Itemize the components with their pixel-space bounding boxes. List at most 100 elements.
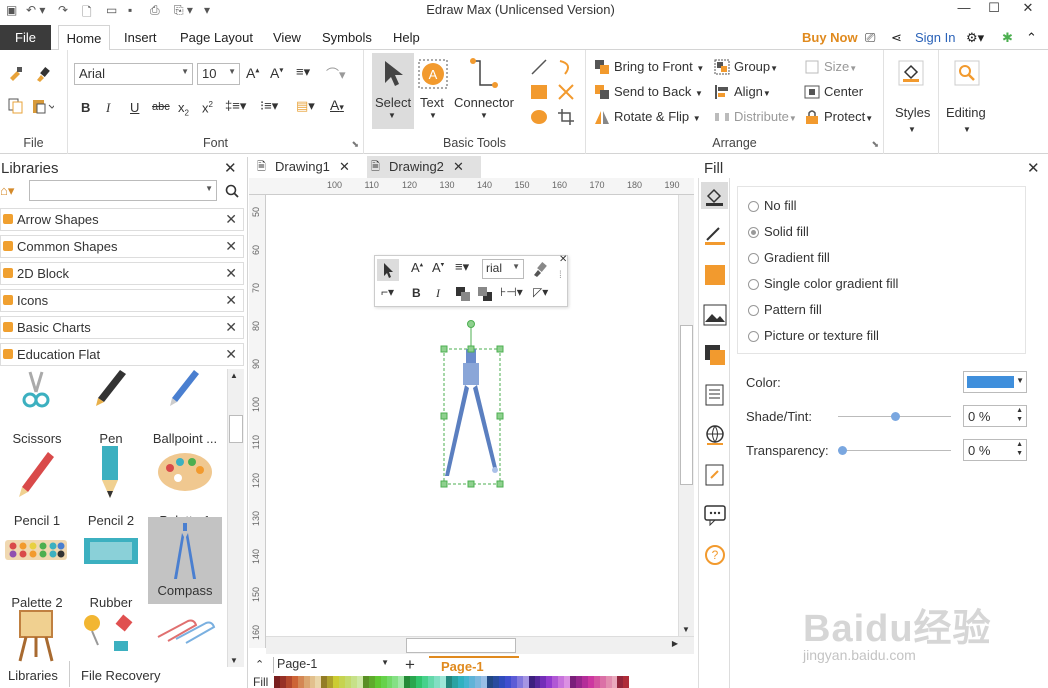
- brush-icon[interactable]: [34, 66, 50, 82]
- grow-font-icon[interactable]: A▴: [246, 65, 259, 81]
- library-common-shapes[interactable]: Common Shapes ✕: [0, 235, 244, 258]
- paragraph-align-icon[interactable]: ≡▾: [455, 259, 469, 275]
- settings-gear-icon[interactable]: ⚙▾: [966, 25, 984, 50]
- library-2d-block[interactable]: 2D Block ✕: [0, 262, 244, 285]
- align-icon[interactable]: ⊦⊣▾: [500, 285, 523, 299]
- format-painter-icon[interactable]: [8, 66, 24, 82]
- library-arrow-shapes[interactable]: Arrow Shapes ✕: [0, 208, 244, 231]
- close-fill-panel-icon[interactable]: ✕: [1027, 159, 1040, 177]
- align-button[interactable]: Align▼: [734, 84, 771, 99]
- expand-icon[interactable]: ⌃: [255, 658, 264, 671]
- bold-icon[interactable]: B: [412, 286, 421, 300]
- copy-icon[interactable]: [8, 98, 24, 114]
- image-icon[interactable]: [703, 304, 727, 326]
- library-education-flat[interactable]: Education Flat ✕: [0, 343, 244, 366]
- canvas-hscroll-thumb[interactable]: [406, 638, 516, 653]
- add-page-icon[interactable]: +: [405, 655, 415, 675]
- text-tool-button[interactable]: A Text ▼: [416, 53, 450, 129]
- page-properties-icon[interactable]: [705, 384, 725, 406]
- library-scroll-thumb[interactable]: [229, 415, 243, 443]
- close-icon[interactable]: ✕: [225, 346, 237, 363]
- fill-panel-button[interactable]: [701, 182, 728, 209]
- ellipse-tool-icon[interactable]: [530, 108, 548, 126]
- font-color-icon[interactable]: A▾: [330, 97, 344, 113]
- transparency-slider[interactable]: [838, 446, 951, 455]
- select-tool-button[interactable]: Select ▼: [372, 53, 414, 129]
- rectangle-tool-icon[interactable]: [530, 83, 548, 101]
- shape-rubber[interactable]: Rubber: [74, 532, 148, 616]
- note-icon[interactable]: [705, 464, 725, 486]
- shape-pencil-2[interactable]: Pencil 2: [74, 446, 148, 534]
- comment-icon[interactable]: [704, 504, 726, 526]
- buy-now-link[interactable]: Buy Now: [802, 25, 858, 50]
- spinner-arrows-icon[interactable]: ▲ ▼: [1016, 406, 1023, 424]
- font-dialog-launcher-icon[interactable]: ⬊: [351, 139, 359, 150]
- italic-icon[interactable]: I: [436, 286, 440, 301]
- libraries-bottom-tab[interactable]: Libraries: [8, 668, 58, 683]
- tab-view[interactable]: View: [273, 25, 301, 50]
- superscript-icon[interactable]: x2: [202, 100, 213, 115]
- tab-insert[interactable]: Insert: [124, 25, 157, 50]
- bold-icon[interactable]: B: [81, 100, 90, 115]
- cart-icon[interactable]: ⎚: [865, 25, 875, 50]
- tab-page-layout[interactable]: Page Layout: [180, 25, 253, 50]
- tab-symbols[interactable]: Symbols: [322, 25, 372, 50]
- font-name-select[interactable]: Arial ▼: [74, 63, 193, 85]
- close-icon[interactable]: ✕: [225, 319, 237, 336]
- underline-icon[interactable]: U: [130, 100, 139, 115]
- italic-icon[interactable]: I: [106, 100, 110, 116]
- rotate-flip-button[interactable]: Rotate & Flip ▼: [614, 109, 701, 124]
- shape-ballpoint[interactable]: Ballpoint ...: [148, 368, 222, 452]
- size-button[interactable]: Size▼: [824, 59, 857, 74]
- library-icons[interactable]: Icons ✕: [0, 289, 244, 312]
- distribute-button[interactable]: Distribute▼: [734, 109, 797, 124]
- library-scrollbar[interactable]: ▲ ▼: [227, 369, 244, 667]
- close-tab-icon[interactable]: ✕: [453, 156, 464, 178]
- strikethrough-icon[interactable]: abc: [152, 101, 170, 113]
- shade-tint-slider[interactable]: [838, 412, 951, 421]
- shape-pencil-1[interactable]: Pencil 1: [0, 450, 74, 534]
- group-button[interactable]: Group▼: [734, 59, 778, 74]
- paste-icon[interactable]: [32, 98, 54, 114]
- send-to-back-button[interactable]: Send to Back ▼: [614, 84, 703, 99]
- shrink-font-icon[interactable]: A▾: [432, 260, 444, 275]
- bring-to-front-button[interactable]: Bring to Front ▼: [614, 59, 704, 74]
- maximize-button[interactable]: ☐: [978, 0, 1010, 22]
- close-icon[interactable]: ✕: [225, 265, 237, 282]
- close-window-button[interactable]: ✕: [1012, 0, 1044, 22]
- canvas-vscroll-thumb[interactable]: [680, 325, 693, 485]
- share-icon[interactable]: ⋖: [891, 25, 902, 50]
- sign-in-link[interactable]: Sign In: [915, 25, 955, 50]
- shape-pen[interactable]: Pen: [74, 368, 148, 452]
- tab-home[interactable]: Home: [58, 25, 110, 51]
- layers-icon[interactable]: [704, 344, 726, 366]
- palette-swatch[interactable]: [623, 676, 630, 688]
- scroll-up-icon[interactable]: ▲: [230, 371, 238, 380]
- library-basic-charts[interactable]: Basic Charts ✕: [0, 316, 244, 339]
- close-icon[interactable]: ✕: [225, 292, 237, 309]
- font-size-select[interactable]: 10 ▼: [197, 63, 240, 85]
- scroll-down-icon[interactable]: ▼: [682, 625, 690, 634]
- center-button[interactable]: Center: [824, 84, 863, 99]
- scroll-down-icon[interactable]: ▼: [230, 656, 238, 665]
- drawing-canvas[interactable]: A▴ A▾ ≡▾ rial ▼ ✕ ⁞ ⌐▾ B I ⊦⊣▾ ◸▾: [266, 195, 678, 636]
- shape-palette-2[interactable]: Palette 2: [0, 532, 74, 616]
- search-icon[interactable]: [225, 184, 239, 198]
- send-back-icon[interactable]: [477, 286, 493, 302]
- compass-shape-selection[interactable]: [436, 318, 506, 488]
- canvas-horizontal-scrollbar[interactable]: ▶: [266, 636, 694, 654]
- connector-tool-button[interactable]: Connector ▼: [452, 53, 516, 129]
- shape-compass[interactable]: Compass: [148, 517, 222, 604]
- floating-select-button[interactable]: [377, 259, 399, 281]
- shrink-font-icon[interactable]: A▾: [270, 65, 283, 81]
- library-search-input[interactable]: ▼: [29, 180, 217, 201]
- floating-font-select[interactable]: rial ▼: [482, 259, 524, 279]
- file-recovery-tab[interactable]: File Recovery: [81, 668, 160, 683]
- close-floating-icon[interactable]: ✕: [559, 254, 567, 265]
- close-icon[interactable]: ✕: [225, 211, 237, 228]
- bullets-icon[interactable]: ⁝≡▾: [260, 98, 278, 114]
- format-brush-icon[interactable]: [531, 261, 547, 277]
- line-style-icon[interactable]: [703, 224, 727, 246]
- connector-style-icon[interactable]: ⌐▾: [381, 285, 394, 299]
- globe-icon[interactable]: [704, 424, 726, 446]
